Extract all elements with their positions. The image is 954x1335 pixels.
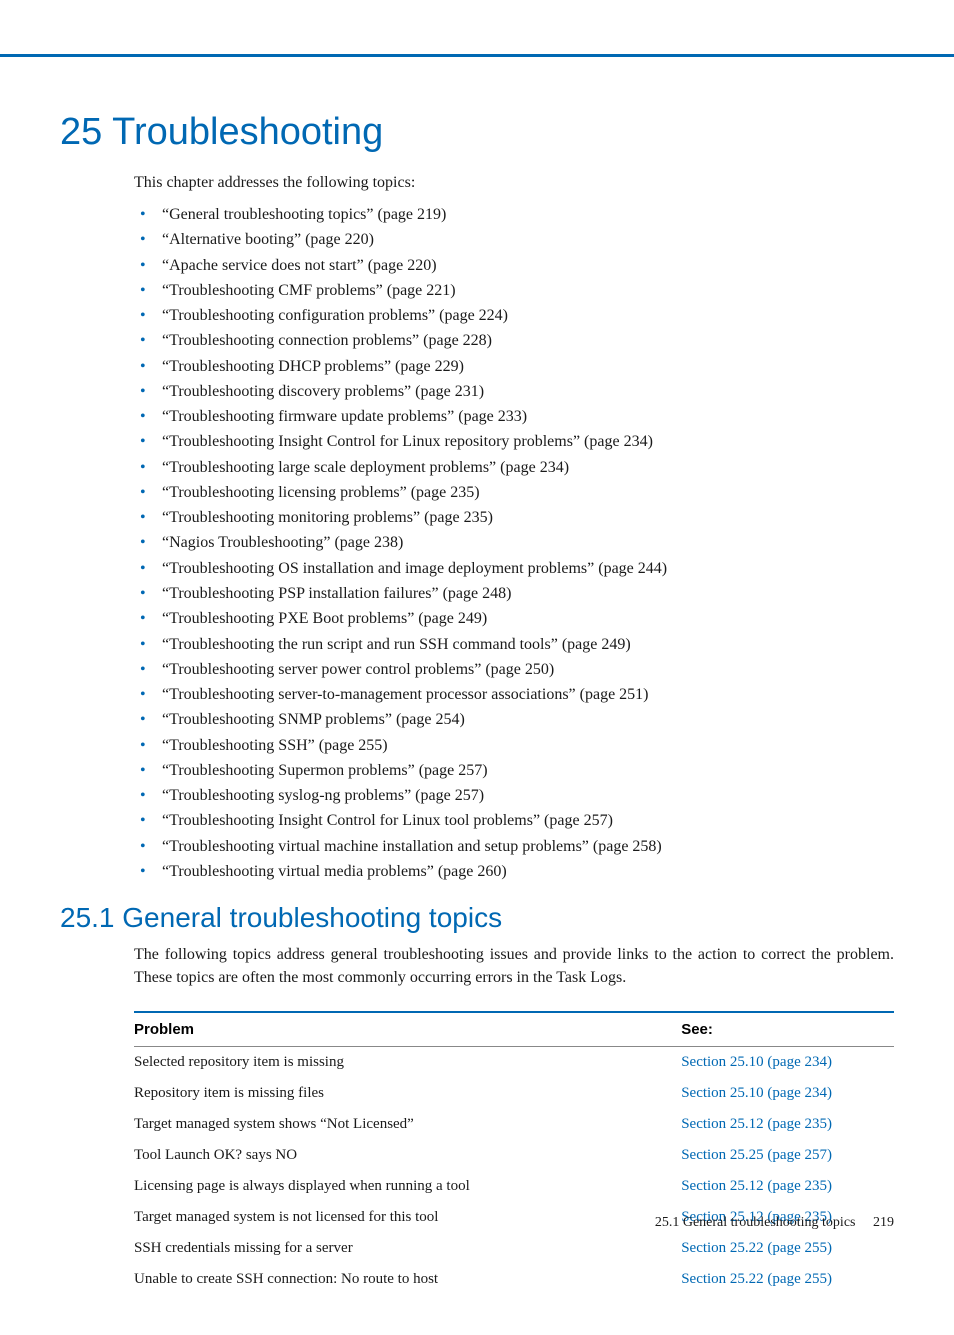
table-row: Unable to create SSH connection: No rout… [134,1264,894,1295]
chapter-number: 25 [60,111,102,153]
see-cell[interactable]: Section 25.12 (page 235) [681,1171,894,1202]
toc-item[interactable]: “Troubleshooting licensing problems” (pa… [134,480,894,505]
problem-cell: SSH credentials missing for a server [134,1233,681,1264]
toc-item[interactable]: “Troubleshooting DHCP problems” (page 22… [134,354,894,379]
section-name: General troubleshooting topics [122,902,502,933]
table-row: Tool Launch OK? says NOSection 25.25 (pa… [134,1140,894,1171]
problem-cell: Tool Launch OK? says NO [134,1140,681,1171]
toc-item[interactable]: “Troubleshooting discovery problems” (pa… [134,379,894,404]
table-row: Repository item is missing filesSection … [134,1078,894,1109]
problem-cell: Unable to create SSH connection: No rout… [134,1264,681,1295]
toc-item[interactable]: “Nagios Troubleshooting” (page 238) [134,530,894,555]
troubleshooting-table: Problem See: Selected repository item is… [134,1011,894,1295]
page-footer: 25.1 General troubleshooting topics 219 [655,1215,894,1231]
toc-item[interactable]: “Troubleshooting CMF problems” (page 221… [134,278,894,303]
see-cell[interactable]: Section 25.22 (page 255) [681,1264,894,1295]
toc-item[interactable]: “Troubleshooting Supermon problems” (pag… [134,758,894,783]
section-text: The following topics address general tro… [134,944,894,989]
chapter-name: Troubleshooting [112,111,383,153]
toc-item[interactable]: “Troubleshooting server power control pr… [134,657,894,682]
toc-list: “General troubleshooting topics” (page 2… [134,202,894,884]
table-header-see: See: [681,1012,894,1047]
toc-item[interactable]: “Troubleshooting Insight Control for Lin… [134,808,894,833]
toc-item[interactable]: “Troubleshooting syslog-ng problems” (pa… [134,783,894,808]
table-row: Selected repository item is missingSecti… [134,1046,894,1078]
chapter-title: 25 Troubleshooting [60,111,894,154]
toc-item[interactable]: “Troubleshooting virtual machine install… [134,834,894,859]
see-cell[interactable]: Section 25.10 (page 234) [681,1046,894,1078]
see-cell[interactable]: Section 25.22 (page 255) [681,1233,894,1264]
intro-text: This chapter addresses the following top… [134,174,894,192]
toc-item[interactable]: “Troubleshooting firmware update problem… [134,404,894,429]
toc-item[interactable]: “Troubleshooting configuration problems”… [134,303,894,328]
section-title: 25.1 General troubleshooting topics [60,902,894,934]
table-row: SSH credentials missing for a serverSect… [134,1233,894,1264]
toc-item[interactable]: “Troubleshooting SSH” (page 255) [134,733,894,758]
toc-item[interactable]: “Troubleshooting PSP installation failur… [134,581,894,606]
problem-cell: Licensing page is always displayed when … [134,1171,681,1202]
toc-item[interactable]: “Troubleshooting Insight Control for Lin… [134,429,894,454]
table-body: Selected repository item is missingSecti… [134,1046,894,1295]
toc-item[interactable]: “Troubleshooting SNMP problems” (page 25… [134,707,894,732]
see-cell[interactable]: Section 25.25 (page 257) [681,1140,894,1171]
toc-item[interactable]: “General troubleshooting topics” (page 2… [134,202,894,227]
footer-label: 25.1 General troubleshooting topics [655,1215,856,1230]
toc-item[interactable]: “Troubleshooting server-to-management pr… [134,682,894,707]
problem-cell: Selected repository item is missing [134,1046,681,1078]
problem-cell: Repository item is missing files [134,1078,681,1109]
toc-item[interactable]: “Troubleshooting the run script and run … [134,632,894,657]
toc-item[interactable]: “Alternative booting” (page 220) [134,227,894,252]
toc-item[interactable]: “Troubleshooting connection problems” (p… [134,328,894,353]
problem-cell: Target managed system is not licensed fo… [134,1202,681,1233]
toc-item[interactable]: “Troubleshooting virtual media problems”… [134,859,894,884]
table-row: Target managed system shows “Not License… [134,1109,894,1140]
section-number: 25.1 [60,902,115,933]
toc-item[interactable]: “Troubleshooting OS installation and ima… [134,556,894,581]
see-cell[interactable]: Section 25.12 (page 235) [681,1109,894,1140]
footer-page-number: 219 [873,1215,894,1230]
toc-item[interactable]: “Troubleshooting large scale deployment … [134,455,894,480]
table-row: Licensing page is always displayed when … [134,1171,894,1202]
table-header-problem: Problem [134,1012,681,1047]
problem-cell: Target managed system shows “Not License… [134,1109,681,1140]
toc-item[interactable]: “Apache service does not start” (page 22… [134,253,894,278]
toc-item[interactable]: “Troubleshooting monitoring problems” (p… [134,505,894,530]
see-cell[interactable]: Section 25.10 (page 234) [681,1078,894,1109]
toc-item[interactable]: “Troubleshooting PXE Boot problems” (pag… [134,606,894,631]
